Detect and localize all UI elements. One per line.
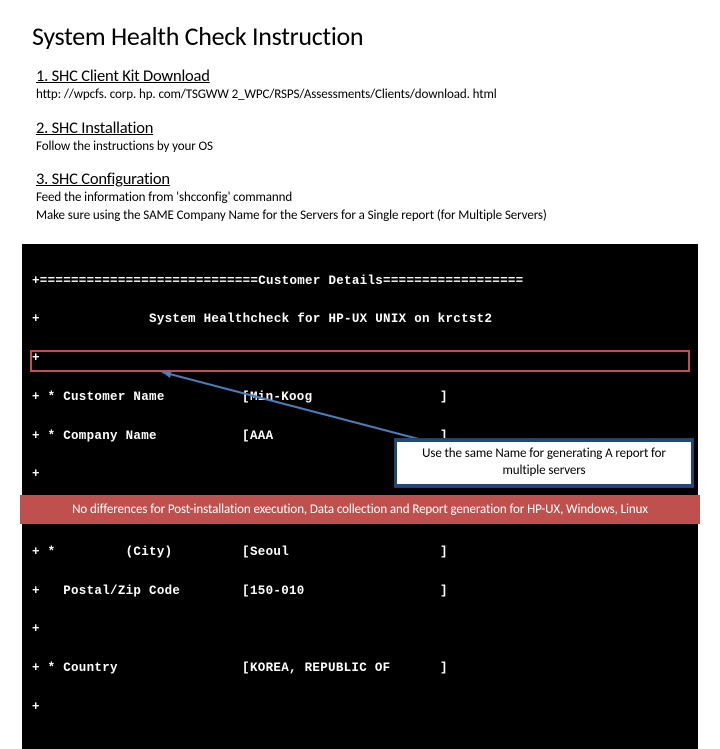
- terminal-row-customer: + * Customer Name[Min-Koog]: [32, 388, 688, 407]
- field-label: + * Customer Name: [32, 388, 242, 407]
- terminal-blank: +: [32, 349, 688, 368]
- terminal-row-city: + * (City)[Seoul]: [32, 543, 688, 562]
- terminal-divider: +============================Customer De…: [32, 272, 688, 291]
- field-value: KOREA, REPUBLIC OF: [250, 659, 440, 678]
- step3-heading: 3. SHC Configuration: [36, 169, 688, 189]
- step3-body: Feed the information from 'shcconfig' co…: [36, 189, 688, 224]
- terminal-row-zip: + Postal/Zip Code[150-010]: [32, 582, 688, 601]
- field-value: Seoul: [250, 543, 440, 562]
- field-value: 150-010: [250, 582, 440, 601]
- terminal-blank: +: [32, 698, 688, 717]
- field-label: + * Country: [32, 659, 242, 678]
- step1-heading: 1. SHC Client Kit Download: [36, 66, 688, 86]
- field-label: + * (City): [32, 543, 242, 562]
- callout-text: Use the same Name for generating A repor…: [397, 442, 691, 484]
- terminal-row-country: + * Country[KOREA, REPUBLIC OF]: [32, 659, 688, 678]
- step1-body: http: //wpcfs. corp. hp. com/TSGWW 2_WPC…: [36, 86, 688, 104]
- field-value: Min-Koog: [250, 388, 440, 407]
- footer-banner: No differences for Post-installation exe…: [20, 495, 700, 524]
- step2-body: Follow the instructions by your OS: [36, 138, 688, 156]
- field-label: + * Company Name: [32, 427, 242, 446]
- field-label: + Postal/Zip Code: [32, 582, 242, 601]
- page-title: System Health Check Instruction: [32, 20, 688, 52]
- callout-box: Use the same Name for generating A repor…: [394, 438, 694, 488]
- terminal-title: + System Healthcheck for HP-UX UNIX on k…: [32, 310, 688, 329]
- terminal-blank: +: [32, 620, 688, 639]
- step2-heading: 2. SHC Installation: [36, 118, 688, 138]
